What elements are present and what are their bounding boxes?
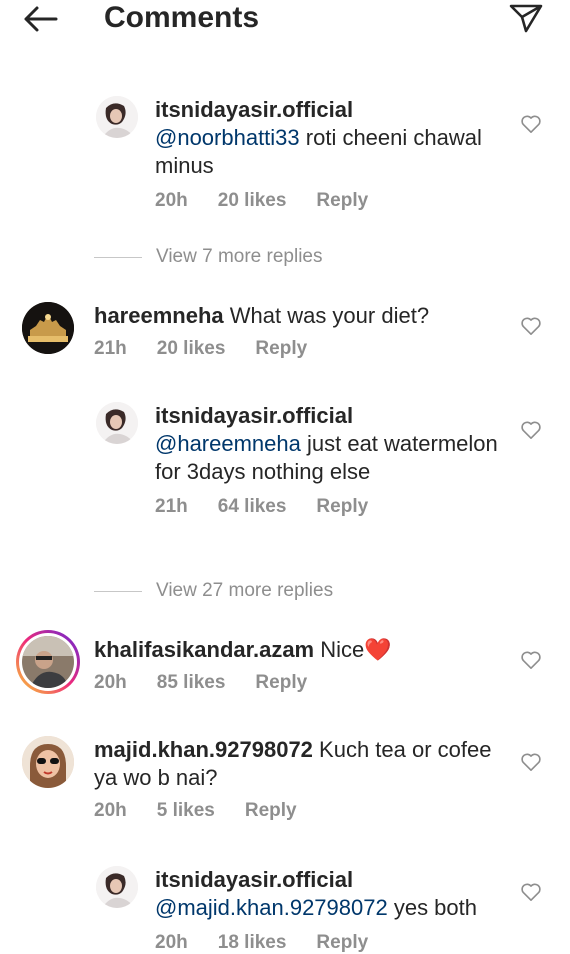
avatar[interactable]	[96, 402, 138, 444]
comment-likes[interactable]: 18 likes	[218, 932, 287, 954]
heart-emoji: ❤️	[364, 637, 392, 662]
reply-button[interactable]: Reply	[316, 932, 368, 954]
avatar[interactable]	[22, 302, 74, 354]
view-more-label: View 27 more replies	[156, 580, 334, 601]
comment-username[interactable]: itsnidayasir.official	[155, 403, 353, 428]
heart-outline-icon[interactable]	[520, 650, 542, 670]
mention-link[interactable]: @noorbhatti33	[155, 125, 300, 150]
heart-outline-icon[interactable]	[520, 114, 542, 134]
reply-button[interactable]: Reply	[245, 800, 297, 822]
comment-text: majid.khan.92798072 Kuch tea or cofee ya…	[94, 736, 510, 792]
mention-link[interactable]: @hareemneha	[155, 431, 301, 456]
comment-body: yes both	[387, 895, 477, 920]
reply-button[interactable]: Reply	[316, 190, 368, 212]
avatar	[19, 633, 77, 691]
reply-button[interactable]: Reply	[255, 672, 307, 694]
comment-meta: 20h 5 likes Reply	[94, 800, 510, 822]
heart-outline-icon[interactable]	[520, 420, 542, 440]
reply-button[interactable]: Reply	[255, 338, 307, 360]
comment-likes[interactable]: 20 likes	[157, 338, 226, 360]
heart-outline-icon[interactable]	[520, 316, 542, 336]
comment-username[interactable]: itsnidayasir.official	[155, 97, 353, 122]
comment-username[interactable]: itsnidayasir.official	[155, 867, 353, 892]
profile-photo	[22, 636, 74, 688]
avatar[interactable]	[96, 96, 138, 138]
comment-meta: 21h 20 likes Reply	[94, 338, 510, 360]
comment-likes[interactable]: 85 likes	[157, 672, 226, 694]
reply-button[interactable]: Reply	[316, 496, 368, 518]
profile-photo	[22, 302, 74, 354]
back-button[interactable]	[20, 2, 60, 36]
comment-time: 21h	[155, 496, 188, 517]
comment-time: 21h	[94, 338, 127, 359]
comment-likes[interactable]: 20 likes	[218, 190, 287, 212]
header-bar: Comments	[0, 0, 570, 40]
view-more-replies[interactable]: View 27 more replies	[94, 580, 333, 602]
comment-time: 20h	[94, 800, 127, 821]
avatar-story-ring[interactable]	[16, 630, 80, 694]
mention-link[interactable]: @majid.khan.92798072	[155, 895, 388, 920]
heart-outline-icon[interactable]	[520, 752, 542, 772]
avatar[interactable]	[22, 736, 74, 788]
comment-text: khalifasikandar.azam Nice❤️	[94, 636, 510, 664]
divider	[94, 256, 142, 258]
comment-body: Nice	[314, 637, 365, 662]
profile-photo	[96, 402, 138, 444]
comment-text: itsnidayasir.official @noorbhatti33 roti…	[155, 96, 510, 180]
comment-username[interactable]: khalifasikandar.azam	[94, 637, 314, 662]
comment-time: 20h	[94, 672, 127, 693]
profile-photo	[22, 736, 74, 788]
profile-photo	[96, 866, 138, 908]
comment-time: 20h	[155, 932, 188, 953]
comment-text: itsnidayasir.official @hareemneha just e…	[155, 402, 510, 486]
comment-meta: 21h 64 likes Reply	[155, 496, 510, 518]
page-title: Comments	[104, 1, 260, 34]
avatar[interactable]	[96, 866, 138, 908]
heart-outline-icon[interactable]	[520, 882, 542, 902]
view-more-replies[interactable]: View 7 more replies	[94, 246, 323, 268]
profile-photo	[96, 96, 138, 138]
comment-username[interactable]: majid.khan.92798072	[94, 737, 313, 762]
comment-body: What was your diet?	[223, 303, 430, 328]
comment-meta: 20h 18 likes Reply	[155, 932, 510, 954]
divider	[94, 590, 142, 592]
comment-likes[interactable]: 5 likes	[157, 800, 215, 822]
comment-likes[interactable]: 64 likes	[218, 496, 287, 518]
comment-text: itsnidayasir.official @majid.khan.927980…	[155, 866, 510, 922]
view-more-label: View 7 more replies	[156, 246, 323, 267]
share-button[interactable]	[506, 0, 546, 36]
comment-username[interactable]: hareemneha	[94, 303, 224, 328]
comment-time: 20h	[155, 190, 188, 211]
comment-meta: 20h 85 likes Reply	[94, 672, 510, 694]
arrow-left-icon	[24, 6, 58, 32]
comment-text: hareemneha What was your diet?	[94, 302, 510, 330]
comment-meta: 20h 20 likes Reply	[155, 190, 510, 212]
paper-plane-icon	[509, 4, 543, 33]
